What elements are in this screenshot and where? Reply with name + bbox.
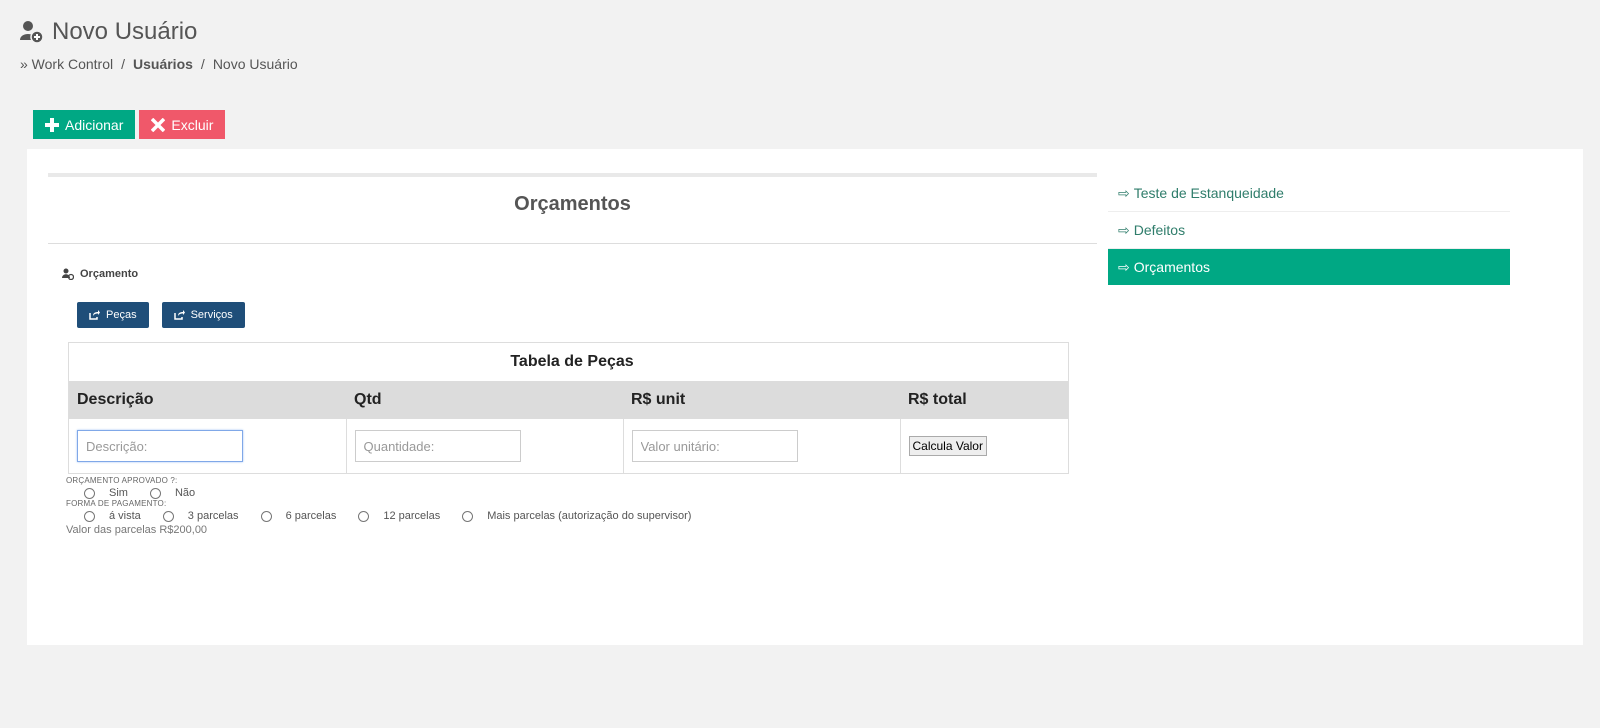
approval-options: Sim Não [84, 487, 713, 499]
share-icon [89, 310, 100, 320]
payment-label-6: 6 parcelas [285, 510, 337, 522]
approval-label: ORÇAMENTO APROVADO ?: [66, 476, 178, 485]
payment-label-3: 3 parcelas [187, 510, 239, 522]
installment-value: Valor das parcelas R$200,00 [66, 524, 208, 536]
breadcrumb: » Work Control / Usuários / Novo Usuário [20, 56, 298, 72]
page-header: Novo Usuário » Work Control / Usuários / Nov… [20, 18, 298, 72]
sidenav-item-label: Defeitos [1133, 222, 1186, 238]
side-nav: ⇨ Teste de Estanqueidade ⇨ Defeitos ⇨ Or… [1108, 175, 1510, 285]
valor-unitario-input[interactable] [631, 430, 798, 462]
page-title: Novo Usuário [20, 18, 298, 46]
add-button[interactable]: Adicionar [33, 110, 136, 139]
breadcrumb-home[interactable]: » Work Control [20, 56, 113, 72]
section-top-border [48, 173, 1097, 177]
servicos-button[interactable]: Serviços [161, 302, 245, 328]
descricao-input[interactable] [77, 430, 243, 462]
arrow-right-icon: ⇨ [1118, 221, 1130, 238]
servicos-button-label: Serviços [190, 309, 233, 321]
action-bar: Adicionar Excluir [33, 110, 226, 139]
payment-radio-12[interactable] [358, 510, 370, 522]
cell-qtd [346, 419, 624, 474]
section-title: Orçamentos [514, 193, 631, 215]
section-divider [48, 243, 1097, 244]
cell-unit [623, 419, 901, 474]
delete-button[interactable]: Excluir [139, 110, 226, 139]
payment-radio-mais[interactable] [462, 510, 474, 522]
plus-icon [45, 117, 59, 132]
breadcrumb-separator: / [200, 56, 205, 72]
header-total: R$ total [900, 381, 1069, 419]
sidenav-item-label: Teste de Estanqueidade [1133, 185, 1284, 201]
payment-label-avista: á vista [109, 510, 141, 522]
approval-radio-sim[interactable] [84, 487, 95, 499]
user-cog-icon [62, 268, 74, 280]
sidenav-item-teste[interactable]: ⇨ Teste de Estanqueidade [1108, 175, 1510, 212]
user-plus-icon [20, 21, 44, 44]
pecas-button[interactable]: Peças [77, 302, 149, 328]
payment-label-12: 12 parcelas [383, 510, 441, 522]
arrow-right-icon: ⇨ [1118, 184, 1130, 201]
header-qtd: Qtd [346, 381, 623, 419]
orcamento-heading-label: Orçamento [80, 268, 139, 280]
form-area: ORÇAMENTO APROVADO ?: Sim Não FORMA DE P… [66, 476, 713, 536]
table-row: Calcula Valor [68, 419, 1069, 474]
header-descricao: Descrição [68, 381, 346, 419]
breadcrumb-separator: / [121, 56, 125, 72]
table-header-row: Descrição Qtd R$ unit R$ total [68, 381, 1069, 419]
add-button-label: Adicionar [65, 116, 124, 133]
payment-label-mais: Mais parcelas (autorização do supervisor… [487, 510, 692, 522]
approval-radio-nao[interactable] [149, 487, 161, 499]
sidenav-item-label: Orçamentos [1133, 259, 1210, 275]
breadcrumb-current: Novo Usuário [212, 56, 298, 72]
sidenav-item-orcamentos[interactable]: ⇨ Orçamentos [1108, 249, 1510, 285]
pecas-table: Tabela de Peças Descrição Qtd R$ unit R$… [68, 342, 1069, 474]
quantidade-input[interactable] [354, 430, 521, 462]
sidenav-item-defeitos[interactable]: ⇨ Defeitos [1108, 212, 1510, 249]
approval-label-sim: Sim [109, 487, 128, 499]
orcamento-heading: Orçamento [62, 268, 138, 280]
calcula-valor-button[interactable]: Calcula Valor [908, 436, 987, 456]
payment-radio-avista[interactable] [84, 510, 95, 522]
table-caption: Tabela de Peças [510, 353, 634, 370]
arrow-right-icon: ⇨ [1118, 258, 1130, 275]
pecas-button-label: Peças [106, 309, 137, 321]
x-icon [151, 117, 166, 132]
page-title-text: Novo Usuário [52, 18, 198, 45]
sub-button-group: Peças Serviços [77, 302, 245, 328]
payment-label: FORMA DE PAGAMENTO: [66, 499, 167, 508]
share-icon [173, 310, 185, 320]
delete-button-label: Excluir [171, 116, 214, 133]
header-unit: R$ unit [623, 381, 900, 419]
approval-label-nao: Não [174, 487, 196, 499]
cell-descricao [68, 419, 347, 474]
payment-options: á vista 3 parcelas 6 parcelas 12 parcela… [84, 510, 713, 522]
cell-total: Calcula Valor [900, 419, 1069, 474]
payment-radio-3[interactable] [162, 510, 174, 522]
breadcrumb-usuarios[interactable]: Usuários [133, 56, 193, 72]
payment-radio-6[interactable] [260, 510, 272, 522]
